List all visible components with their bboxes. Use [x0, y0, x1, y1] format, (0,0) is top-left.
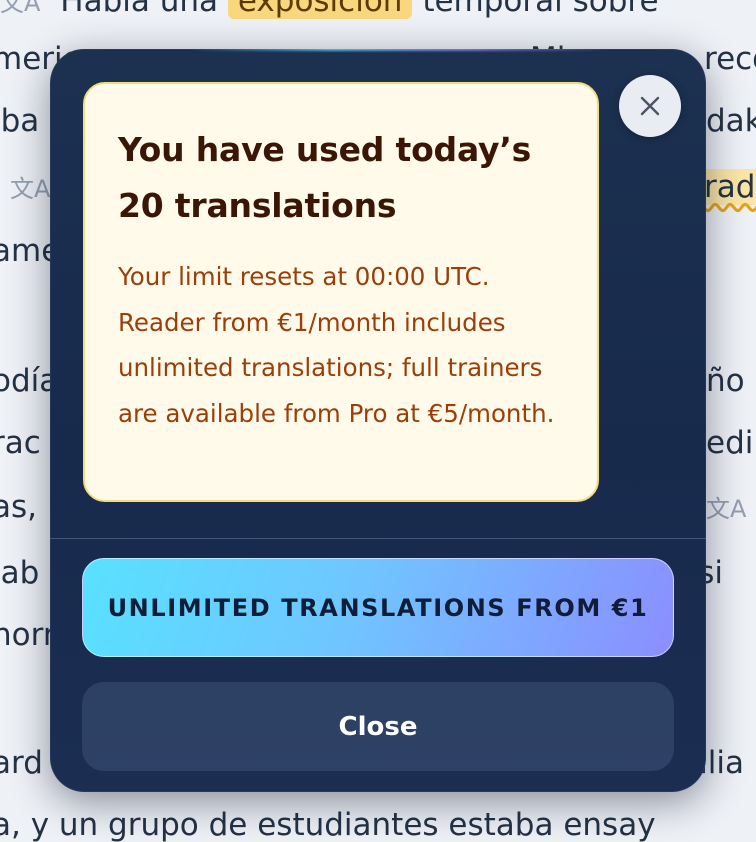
translate-icon[interactable]: 文A — [0, 0, 40, 15]
reader-word: ño d — [706, 366, 756, 397]
close-icon — [640, 96, 660, 116]
reader-line: norr — [0, 620, 56, 651]
reader-word: edi — [706, 425, 754, 461]
reader-word[interactable]: rada — [704, 169, 756, 205]
reader-word: dak — [706, 103, 756, 139]
reader-word: reco — [704, 44, 756, 75]
reader-line: lba — [0, 106, 39, 137]
reader-word: ño d — [706, 363, 756, 399]
limit-notice-card: You have used today’s 20 translations Yo… — [83, 82, 599, 502]
close-button[interactable]: Close — [82, 682, 674, 771]
modal-top-glow — [190, 49, 610, 51]
reader-word: temporal sobre — [422, 0, 659, 19]
reader-word: dak — [706, 106, 756, 137]
reader-word: as, — [0, 489, 38, 525]
reader-word: Había una — [60, 0, 219, 19]
page: 文A Había una exposición temporal sobre m… — [0, 0, 756, 842]
reader-word: reco — [704, 41, 756, 77]
limit-notice-body: Your limit resets at 00:00 UTC. Reader f… — [118, 262, 555, 428]
reader-line: as, — [0, 492, 37, 523]
highlighted-word[interactable]: rada — [704, 169, 756, 205]
reader-line: a, y un grupo de estudiantes estaba ensa… — [0, 810, 656, 841]
translate-icon[interactable]: 文A — [706, 497, 746, 521]
limit-notice-title: You have used today’s 20 translations — [118, 130, 532, 225]
highlighted-word[interactable]: exposición — [227, 0, 413, 19]
reader-word: rac — [0, 425, 41, 461]
modal-divider — [50, 538, 706, 539]
reader-word: a, y un grupo de estudiantes estaba ensa… — [0, 807, 656, 842]
reader-word: norr — [0, 617, 56, 653]
reader-line: ard — [0, 748, 43, 779]
reader-word: 文A I — [706, 492, 756, 523]
reader-word: lba — [0, 103, 40, 139]
upgrade-cta-button[interactable]: UNLIMITED TRANSLATIONS FROM €1 — [82, 558, 674, 657]
reader-line: 文A Había una exposición temporal sobre — [0, 0, 659, 19]
reader-line: lab — [0, 558, 39, 589]
reader-line: rac — [0, 428, 41, 459]
reader-word: edi — [706, 428, 753, 459]
translation-limit-modal: You have used today’s 20 translations Yo… — [50, 49, 706, 792]
reader-word: ard — [0, 745, 43, 781]
translate-icon[interactable]: 文A — [10, 177, 50, 201]
reader-word: lab — [0, 555, 40, 591]
close-icon-button[interactable] — [619, 75, 681, 137]
